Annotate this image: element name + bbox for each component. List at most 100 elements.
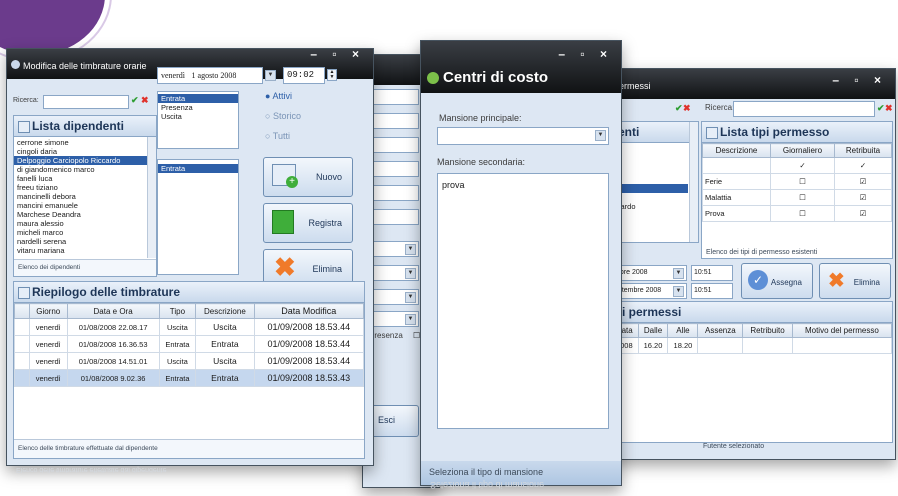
employee-item[interactable]: micheli marco — [14, 228, 156, 237]
permissions-title: i permessi — [622, 305, 682, 319]
table-row[interactable]: Ferie ☐ ☑ — [702, 173, 892, 190]
time-spinner[interactable]: ▲ ▼ — [327, 69, 337, 81]
search-input[interactable] — [43, 95, 129, 109]
window-controls[interactable]: – ▫ × — [558, 47, 613, 61]
table-row[interactable]: 2008 16.20 18.20 — [613, 337, 893, 354]
table-row[interactable]: venerdì 01/08/2008 9.02.36 Entrata Entrata 0… — [14, 369, 365, 387]
chevron-down-icon[interactable]: ▼ — [405, 292, 416, 303]
table-row[interactable]: venerdì 01/08/2008 14.51.01 Uscita Uscita 01… — [14, 352, 365, 370]
assign-button[interactable]: ✓ Assegna — [741, 263, 813, 299]
permissions-table: Data Dalle Alle Assenza Retribuito Motiv… — [613, 323, 893, 354]
time-from-field[interactable]: 10:51 — [691, 265, 733, 281]
table-row[interactable]: Malattia ☐ ☑ — [702, 189, 892, 206]
combo-field[interactable]: ▼ — [367, 289, 419, 305]
field[interactable] — [367, 89, 419, 105]
checkbox[interactable]: ☐ — [769, 189, 836, 206]
table-cell: 01/08/2008 14.51.01 — [66, 352, 160, 370]
chevron-down-icon[interactable]: ▼ — [673, 286, 684, 297]
employee-item[interactable]: cingoli daria — [14, 147, 156, 156]
radio-all[interactable]: ○ Tutti — [265, 131, 301, 151]
table-cell: venerdì — [29, 352, 68, 370]
types-list[interactable]: Entrata Presenza Uscita — [157, 91, 239, 149]
checkbox[interactable]: ☐ — [769, 205, 836, 222]
time-field[interactable]: 09:02 — [283, 67, 325, 84]
radio-history[interactable]: ○ Storico — [265, 111, 301, 131]
reflection-text: Seleziona il tipo di mansione — [430, 480, 545, 490]
chevron-down-icon[interactable]: ▼ — [405, 268, 416, 279]
field[interactable] — [367, 209, 419, 225]
employee-item[interactable]: fanelli luca — [14, 174, 156, 183]
date-picker[interactable]: venerdì 1 agosto 2008 — [157, 67, 263, 84]
search-input[interactable] — [733, 101, 875, 117]
employee-item[interactable]: Delpoggio Carciopolo Riccardo — [14, 156, 156, 165]
field[interactable] — [367, 161, 419, 177]
type-item[interactable]: Presenza — [158, 103, 238, 112]
clear-icon-left[interactable]: ✖ — [683, 103, 691, 114]
list-icon — [18, 287, 30, 299]
clear-icon[interactable]: ✖ — [885, 103, 893, 114]
window-title: Modifica delle timbrature orarie — [23, 61, 147, 71]
confirm-icon[interactable]: ✔ — [131, 95, 139, 106]
delete-button[interactable]: ✖ Elimina — [819, 263, 891, 299]
col-description: Descrizione — [195, 303, 255, 319]
type-item[interactable]: Entrata — [158, 94, 238, 103]
search-label: Ricerca: — [13, 97, 39, 104]
secondary-task-list[interactable]: prova — [437, 173, 609, 429]
table-cell: Entrata — [158, 369, 197, 387]
main-task-select[interactable]: ▼ — [437, 127, 609, 145]
list-item[interactable]: Entrata — [158, 164, 238, 173]
chevron-down-icon[interactable]: ▼ — [265, 70, 276, 81]
table-row[interactable]: venerdì 01/08/2008 22.08.17 Uscita Uscita 01… — [14, 318, 365, 336]
employee-item[interactable]: freeu tiziano — [14, 183, 156, 192]
list-item[interactable]: prova — [438, 174, 608, 196]
field[interactable] — [367, 137, 419, 153]
list-icon — [706, 127, 718, 139]
employee-item[interactable]: di giandomenico marco — [14, 165, 156, 174]
scrollbar[interactable] — [689, 122, 698, 242]
chevron-down-icon[interactable]: ▼ — [405, 244, 416, 255]
table-row[interactable]: Prova ☐ ☑ — [702, 205, 892, 222]
field[interactable] — [367, 185, 419, 201]
employee-item[interactable]: mancini emanuele — [14, 201, 156, 210]
table-cell: venerdì — [29, 335, 68, 353]
employee-item[interactable]: mancinelli debora — [14, 192, 156, 201]
confirm-icon-left[interactable]: ✔ — [675, 103, 683, 114]
field[interactable] — [367, 113, 419, 129]
window-controls[interactable]: – ▫ × — [310, 49, 365, 61]
table-row[interactable]: venerdì 01/08/2008 16.36.53 Entrata Entrata… — [14, 335, 365, 353]
cost-centers-window: – ▫ × Centri di costo Mansione principal… — [420, 40, 622, 486]
clear-icon[interactable]: ✖ — [141, 95, 149, 106]
table-cell: venerdì — [29, 318, 68, 336]
checkbox[interactable]: ☑ — [834, 173, 892, 190]
type-item[interactable]: Uscita — [158, 112, 238, 121]
checkbox[interactable]: ☑ — [834, 189, 892, 206]
scrollbar[interactable] — [147, 137, 156, 258]
date-from-field[interactable]: ebre 2008 ▼ — [613, 265, 687, 281]
checkbox[interactable]: ☐ — [769, 173, 836, 190]
delete-icon: ✖ — [274, 252, 296, 282]
employee-item[interactable]: maura alessio — [14, 219, 156, 228]
employee-item[interactable]: nardelli serena — [14, 237, 156, 246]
new-button[interactable]: + Nuovo — [263, 157, 353, 197]
checkbox[interactable]: ☑ — [834, 205, 892, 222]
save-button[interactable]: Registra — [263, 203, 353, 243]
employee-item[interactable]: cerrone simone — [14, 138, 156, 147]
radio-active[interactable]: ● Attivi — [265, 91, 301, 111]
employees-list[interactable]: cerrone simone cingoli daria Delpoggio Car… — [14, 137, 156, 255]
chevron-down-icon[interactable]: ▼ — [405, 314, 416, 325]
selected-row[interactable] — [613, 184, 688, 193]
permissions-panel: i permessi Data Dalle Alle Assenza Retri… — [613, 301, 893, 443]
employee-item[interactable]: Marchese Deandra — [14, 210, 156, 219]
chevron-down-icon[interactable]: ▼ — [595, 130, 606, 141]
chevron-down-icon[interactable]: ▼ — [673, 268, 684, 279]
combo-field[interactable]: ▼ — [367, 311, 419, 327]
confirm-icon[interactable]: ✔ — [877, 103, 885, 114]
date-to-field[interactable]: ettembre 2008 ▼ — [613, 283, 687, 299]
window-controls[interactable]: – ▫ × — [832, 73, 887, 87]
types-list-secondary[interactable]: Entrata — [157, 159, 239, 275]
combo-field[interactable]: ▼ — [367, 241, 419, 257]
summary-table: Giorno Data e Ora Tipo Descrizione Data … — [14, 303, 365, 387]
time-to-field[interactable]: 10:51 — [691, 283, 733, 299]
employee-item[interactable]: vitaru mariana — [14, 246, 156, 255]
combo-field[interactable]: ▼ — [367, 265, 419, 281]
